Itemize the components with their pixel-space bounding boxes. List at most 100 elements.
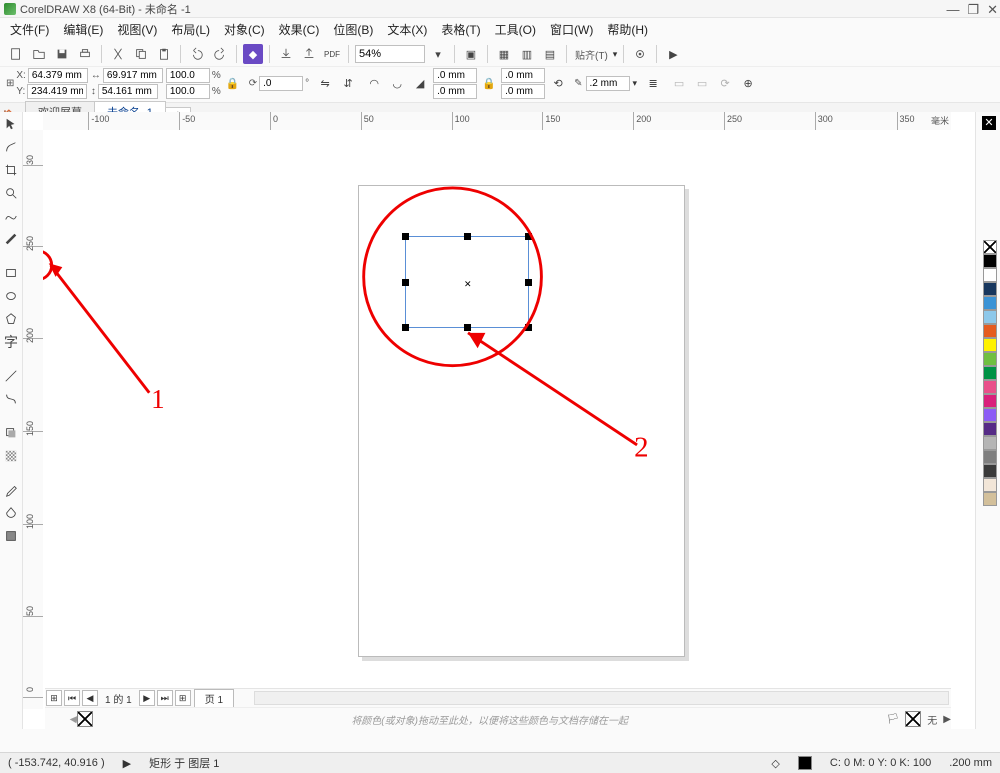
quick-customize-button[interactable]: ⊕ — [738, 74, 758, 94]
mirror-v-button[interactable]: ⇵ — [338, 74, 358, 94]
zoom-tool[interactable] — [1, 183, 21, 203]
ellipse-tool[interactable] — [1, 286, 21, 306]
transparency-tool[interactable] — [1, 446, 21, 466]
palette-left-icon[interactable]: ◀ — [69, 714, 77, 725]
artistic-media-tool[interactable] — [1, 229, 21, 249]
handle-br[interactable] — [525, 324, 532, 331]
eyedropper-tool[interactable] — [1, 480, 21, 500]
menu-table[interactable]: 表格(T) — [441, 21, 480, 38]
wrap-text-button[interactable]: ≣ — [643, 74, 663, 94]
text-tool[interactable]: 字 — [1, 332, 21, 352]
zoom-dropdown-icon[interactable]: ▾ — [428, 44, 448, 64]
corner-scallop-button[interactable]: ◡ — [387, 74, 407, 94]
width-input[interactable] — [103, 68, 163, 83]
fullscreen-button[interactable]: ▣ — [461, 44, 481, 64]
horizontal-scrollbar[interactable] — [254, 691, 949, 705]
corner-tl-input[interactable] — [433, 68, 477, 83]
handle-bm[interactable] — [464, 324, 471, 331]
swatch[interactable] — [983, 282, 997, 296]
menu-edit[interactable]: 编辑(E) — [63, 21, 103, 38]
pos-x-input[interactable] — [28, 68, 88, 83]
convert-curves-button[interactable]: ⟳ — [715, 74, 735, 94]
snap-dropdown[interactable]: 贴齐(T) — [573, 47, 610, 62]
palette-right-icon[interactable]: ▶ — [943, 714, 951, 725]
corner-round-button[interactable]: ◠ — [364, 74, 384, 94]
lock-ratio-icon[interactable]: 🔒 — [223, 74, 243, 94]
handle-ml[interactable] — [402, 279, 409, 286]
status-play-icon[interactable]: ▶ — [123, 757, 131, 770]
copy-button[interactable] — [131, 44, 151, 64]
page-prev-button[interactable]: ◀ — [82, 690, 98, 706]
options-button[interactable] — [630, 44, 650, 64]
freehand-tool[interactable] — [1, 206, 21, 226]
palette-flag-icon[interactable]: 🏳 — [887, 714, 900, 725]
pos-y-input[interactable] — [27, 84, 87, 99]
paste-button[interactable] — [154, 44, 174, 64]
pick-tool[interactable] — [1, 114, 21, 134]
zoom-combo[interactable] — [355, 45, 425, 63]
scale-x-input[interactable] — [166, 68, 210, 83]
handle-tl[interactable] — [402, 233, 409, 240]
page-tab[interactable]: 页 1 — [194, 689, 234, 707]
relative-corner-button[interactable]: ⟲ — [548, 74, 568, 94]
ruler-vertical[interactable]: 30 250 200 150 100 50 0 — [23, 130, 44, 709]
corner-tr-input[interactable] — [501, 68, 545, 83]
swatch[interactable] — [983, 394, 997, 408]
selected-rectangle[interactable]: ✕ — [405, 236, 529, 328]
close-button[interactable]: ✕ — [987, 2, 998, 18]
page-first-button[interactable]: ⏮ — [64, 690, 80, 706]
swatch[interactable] — [983, 408, 997, 422]
viewport[interactable]: ✕ 1 2 — [43, 130, 951, 709]
new-button[interactable] — [6, 44, 26, 64]
search-icon[interactable]: ◆ — [243, 44, 263, 64]
scale-y-input[interactable] — [166, 84, 210, 99]
corner-chamfer-button[interactable]: ◢ — [410, 74, 430, 94]
menu-file[interactable]: 文件(F) — [10, 21, 49, 38]
swatch[interactable] — [983, 268, 997, 282]
swatch[interactable] — [983, 422, 997, 436]
undo-button[interactable] — [187, 44, 207, 64]
menu-help[interactable]: 帮助(H) — [607, 21, 648, 38]
minimize-button[interactable]: ― — [946, 2, 959, 18]
fill-none-swatch[interactable] — [905, 711, 921, 727]
swatch[interactable] — [983, 450, 997, 464]
handle-mr[interactable] — [525, 279, 532, 286]
launch-button[interactable]: ▶ — [663, 44, 683, 64]
swatch[interactable] — [983, 492, 997, 506]
save-button[interactable] — [52, 44, 72, 64]
parallel-dim-tool[interactable] — [1, 366, 21, 386]
smart-fill-tool[interactable] — [1, 526, 21, 546]
polygon-tool[interactable] — [1, 309, 21, 329]
drop-shadow-tool[interactable] — [1, 423, 21, 443]
show-rulers-button[interactable]: ▦ — [494, 44, 514, 64]
mirror-h-button[interactable]: ⇋ — [315, 74, 335, 94]
swatch[interactable] — [983, 338, 997, 352]
redo-button[interactable] — [210, 44, 230, 64]
menu-effect[interactable]: 效果(C) — [279, 21, 320, 38]
menu-layout[interactable]: 布局(L) — [171, 21, 210, 38]
swatch[interactable] — [983, 366, 997, 380]
publish-pdf-button[interactable]: PDF — [322, 44, 342, 64]
connector-tool[interactable] — [1, 389, 21, 409]
swatch[interactable] — [983, 380, 997, 394]
print-button[interactable] — [75, 44, 95, 64]
to-front-button[interactable]: ▭ — [669, 74, 689, 94]
menu-object[interactable]: 对象(C) — [224, 21, 265, 38]
page-last-button[interactable]: ⏭ — [157, 690, 173, 706]
menu-window[interactable]: 窗口(W) — [550, 21, 593, 38]
menu-tools[interactable]: 工具(O) — [495, 21, 536, 38]
swatch[interactable] — [983, 352, 997, 366]
page-add-button[interactable]: ⊞ — [46, 690, 62, 706]
swatch[interactable] — [983, 436, 997, 450]
palette-none-swatch[interactable] — [77, 711, 93, 727]
menu-text[interactable]: 文本(X) — [387, 21, 427, 38]
status-fill-icon[interactable]: ◇ — [771, 757, 779, 770]
corner-lock-icon[interactable]: 🔒 — [479, 74, 499, 94]
cut-button[interactable] — [108, 44, 128, 64]
ruler-horizontal[interactable]: -100 -50 0 50 100 150 200 250 300 350 毫米 — [43, 112, 951, 131]
interactive-fill-tool[interactable] — [1, 503, 21, 523]
swatch[interactable] — [983, 464, 997, 478]
menu-view[interactable]: 视图(V) — [117, 21, 157, 38]
show-grid-button[interactable]: ▥ — [517, 44, 537, 64]
handle-tr[interactable] — [525, 233, 532, 240]
